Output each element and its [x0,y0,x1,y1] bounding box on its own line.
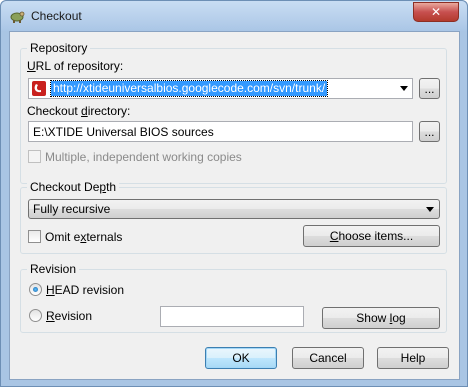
head-revision-radio[interactable] [29,283,42,296]
ok-label: OK [232,351,250,365]
show-log-button[interactable]: Show log [322,307,440,329]
tortoise-app-icon [10,11,25,23]
close-icon: ✕ [430,5,442,19]
checkout-directory-field[interactable]: E:\XTIDE Universal BIOS sources [28,121,413,142]
cancel-button[interactable]: Cancel [292,347,364,369]
browse-url-label: ... [424,81,435,96]
depth-dropdown[interactable]: Fully recursive [28,199,440,219]
url-label: URL of repository: [27,59,124,73]
choose-items-button[interactable]: Choose items... [303,225,440,247]
checkout-depth-group-label: Checkout Depth [27,180,120,194]
specific-revision-radio[interactable] [29,309,42,322]
revision-label: Revision [46,309,93,323]
ok-button[interactable]: OK [205,347,277,369]
dir-label: Checkout directory: [27,104,131,118]
url-label-text: RL of repository: [35,59,124,73]
browse-dir-label: ... [424,124,435,139]
checkout-dialog: Checkout ✕ Repository URL of repository:… [0,0,468,387]
svn-repository-icon [32,81,46,96]
url-value: http://xtideuniversalbios.googlecode.com… [49,80,329,97]
head-revision-label: HEAD revision [46,283,125,297]
help-button[interactable]: Help [377,347,449,369]
revision-field[interactable] [160,306,304,327]
chevron-down-icon [426,207,434,212]
depth-selected: Fully recursive [33,202,111,216]
show-log-label: Show log [356,311,406,325]
choose-items-label: Choose items... [329,229,414,243]
cancel-label: Cancel [309,351,347,365]
close-button[interactable]: ✕ [413,2,459,22]
url-combobox[interactable]: http://xtideuniversalbios.googlecode.com… [28,78,413,99]
title-bar[interactable]: Checkout ✕ [1,1,467,31]
multiple-copies-checkbox[interactable] [28,150,41,163]
window-title: Checkout [31,9,82,23]
multiple-copies-label: Multiple, independent working copies [45,150,242,164]
browse-directory-button[interactable]: ... [419,121,440,142]
omit-externals-checkbox[interactable] [28,230,41,243]
dialog-client-area: Repository URL of repository: http://xti… [9,31,460,380]
chevron-down-icon [400,86,408,91]
repository-group-label: Repository [27,41,91,55]
revision-group-label: Revision [27,262,80,276]
browse-url-button[interactable]: ... [419,78,440,99]
radio-selected-dot [33,287,38,292]
omit-externals-label: Omit externals [45,230,123,244]
help-label: Help [400,351,426,365]
